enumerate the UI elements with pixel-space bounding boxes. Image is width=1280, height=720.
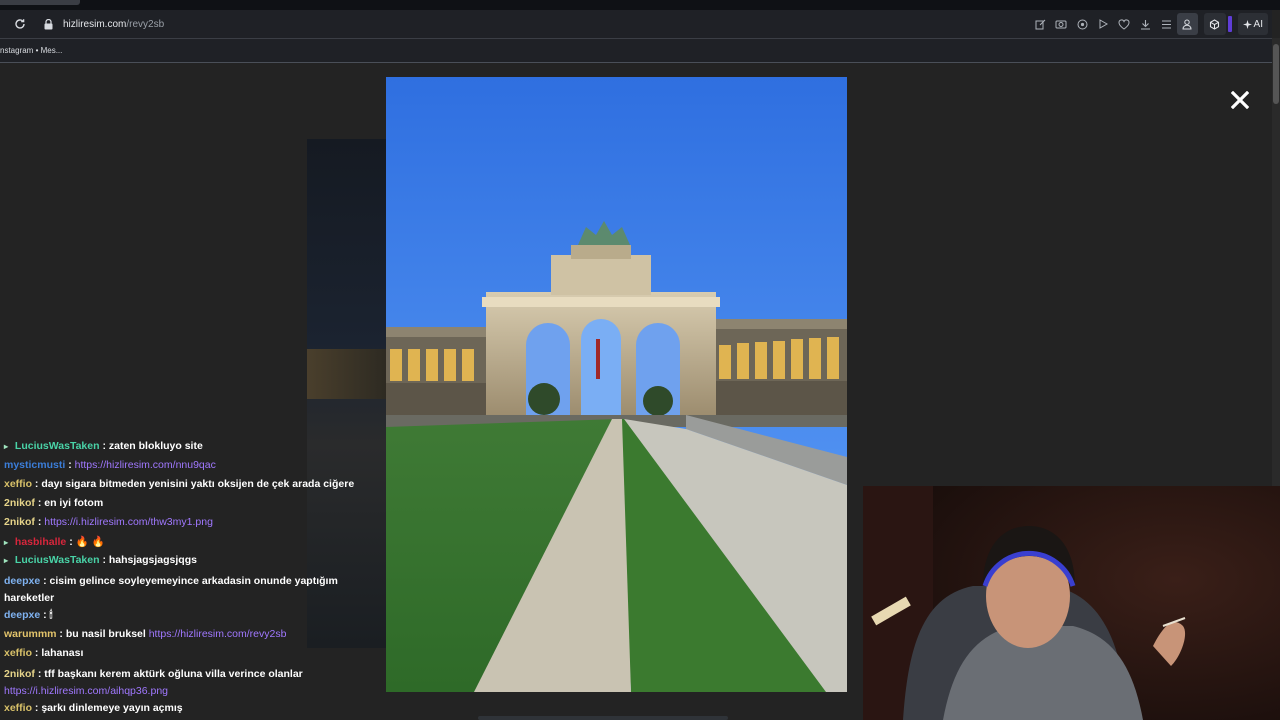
reload-icon[interactable] (9, 13, 31, 35)
chat-text: : tff başkanı kerem aktürk oğluna villa … (34, 668, 303, 680)
stream-chat-overlay: ▸ LuciusWasTaken : zaten blokluyo site my… (0, 440, 360, 720)
extension-icon[interactable] (1203, 13, 1226, 35)
chat-text: : dayı sigara bitmeden yenisini yaktı ok… (32, 478, 355, 490)
toolbar-icons: AI (1030, 13, 1272, 35)
shield-icon[interactable] (1072, 13, 1093, 35)
chat-message: xeffio : lahanası (4, 647, 83, 659)
chat-message: 2nikof : tff başkanı kerem aktürk oğluna… (4, 666, 349, 700)
subscriber-badge-icon: ▸ (4, 556, 9, 565)
chat-username[interactable]: mysticmusti (4, 459, 65, 471)
edit-icon[interactable] (1030, 13, 1051, 35)
chat-text: : hahsjagsjagsjqgs (99, 554, 197, 566)
chat-message: xeffio : dayı sigara bitmeden yenisini y… (4, 478, 354, 490)
chat-username[interactable]: hasbihalle (15, 536, 66, 548)
close-button[interactable] (1228, 88, 1252, 112)
chat-username[interactable]: xeffio (4, 478, 32, 490)
url-path: /revy2sb (126, 18, 165, 30)
ai-label: AI (1253, 18, 1263, 30)
chat-username[interactable]: 2nikof (4, 497, 35, 509)
chat-link[interactable]: https://i.hizliresim.com/thw3my1.png (44, 516, 213, 528)
close-icon (1231, 91, 1249, 109)
chat-link[interactable]: https://hizliresim.com/revy2sb (149, 628, 287, 640)
heart-icon[interactable] (1114, 13, 1135, 35)
chat-message: deepxe : 🕯 (4, 609, 53, 622)
chat-message: 2nikof : https://i.hizliresim.com/thw3my… (4, 516, 213, 528)
chat-username[interactable]: LuciusWasTaken (15, 554, 100, 566)
chat-link[interactable]: https://i.hizliresim.com/aihqp36.png (4, 685, 168, 697)
chat-message: ▸ LuciusWasTaken : hahsjagsjagsjqgs (4, 554, 197, 566)
camera-icon[interactable] (1051, 13, 1072, 35)
chat-message: ▸ LuciusWasTaken : zaten blokluyo site (4, 440, 203, 452)
chat-username[interactable]: xeffio (4, 702, 32, 714)
play-icon[interactable] (1093, 13, 1114, 35)
bottom-control-strip (478, 716, 728, 720)
chat-text: : (65, 459, 75, 471)
subscriber-badge-icon: ▸ (4, 442, 9, 451)
scrollbar-thumb[interactable] (1273, 44, 1279, 104)
chat-message: 2nikof : en iyi fotom (4, 497, 103, 509)
menu-icon[interactable] (1156, 13, 1177, 35)
chat-username[interactable]: deepxe (4, 575, 40, 587)
webcam-overlay (863, 486, 1280, 720)
chat-message: mysticmusti : https://hizliresim.com/nnu… (4, 459, 216, 471)
bookmarks-bar: nstagram • Mes... (0, 39, 1272, 63)
chat-message: xeffio : şarkı dinlemeye yayın açmış (4, 702, 183, 714)
chat-text: : 🕯 (40, 609, 53, 621)
chat-text: : en iyi fotom (34, 497, 104, 509)
chat-text: : zaten blokluyo site (99, 440, 203, 452)
chat-text: : 🔥 🔥 (66, 536, 105, 548)
chat-text: : şarkı dinlemeye yayın açmış (32, 702, 183, 714)
preview-building-strip (307, 349, 387, 399)
chat-message: ▸ hasbihalle : 🔥 🔥 (4, 535, 105, 548)
viewed-photo (386, 77, 847, 692)
subscriber-badge-icon: ▸ (4, 538, 9, 547)
lock-icon[interactable] (41, 17, 55, 31)
chat-text: : bu nasil bruksel (56, 628, 149, 640)
url-host: hizliresim.com (63, 18, 127, 30)
bookmark-instagram[interactable]: nstagram • Mes... (0, 46, 62, 55)
chat-text: : lahanası (32, 647, 84, 659)
active-tab-hint[interactable] (0, 0, 80, 5)
vpn-indicator[interactable] (1227, 16, 1232, 32)
chat-username[interactable]: xeffio (4, 647, 32, 659)
window-top-strip (0, 0, 1280, 10)
chat-message: warummm : bu nasil bruksel https://hizli… (4, 628, 286, 640)
chat-link[interactable]: https://hizliresim.com/nnu9qac (75, 459, 216, 471)
ai-button[interactable]: AI (1237, 13, 1268, 35)
chat-username[interactable]: LuciusWasTaken (15, 440, 100, 452)
chat-username[interactable]: deepxe (4, 609, 40, 621)
sparkle-icon (1242, 19, 1252, 29)
url-field[interactable]: hizliresim.com/revy2sb (63, 19, 164, 30)
chat-username[interactable]: 2nikof (4, 516, 35, 528)
address-bar: hizliresim.com/revy2sb AI (0, 10, 1272, 38)
profile-icon[interactable] (1176, 13, 1198, 35)
chat-message: deepxe : cisim gelince soyleyemeyince ar… (4, 573, 349, 607)
download-icon[interactable] (1135, 13, 1156, 35)
chat-username[interactable]: warummm (4, 628, 57, 640)
chat-username[interactable]: 2nikof (4, 668, 35, 680)
chat-text: : (34, 516, 45, 528)
chat-text: : cisim gelince soyleyemeyince arkadasin… (4, 575, 338, 604)
